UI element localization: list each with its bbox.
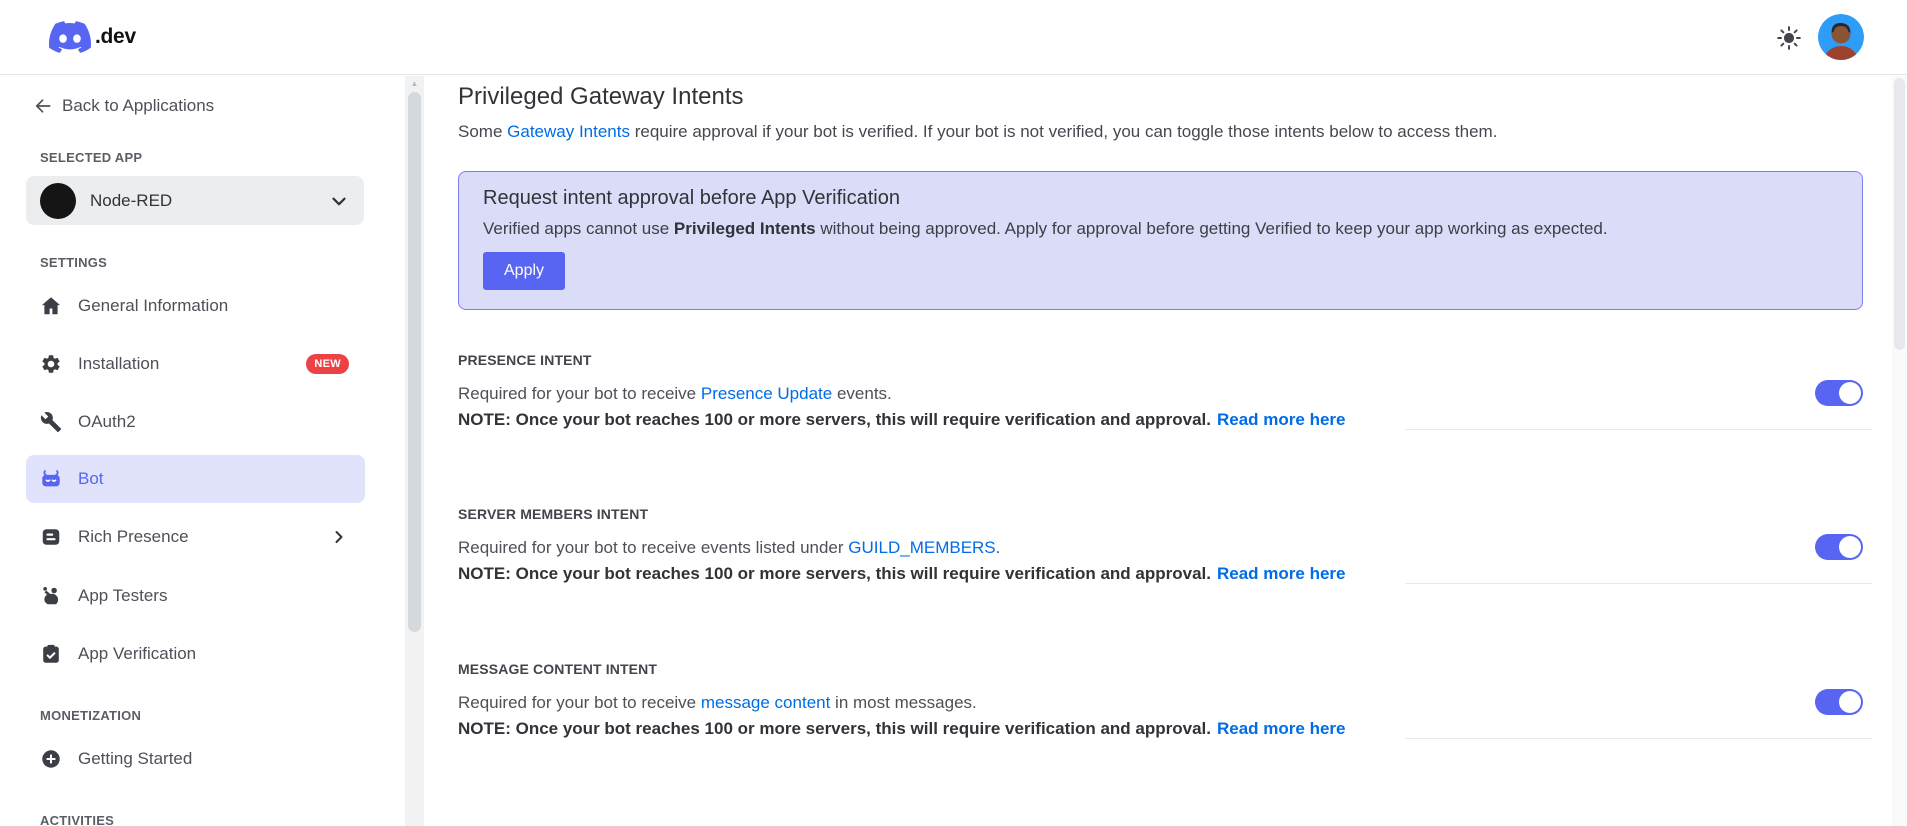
- sidebar-item-oauth2[interactable]: OAuth2: [26, 398, 365, 446]
- intent-note-text: NOTE: Once your bot reaches 100 or more …: [458, 564, 1211, 583]
- intent-label: MESSAGE CONTENT INTENT: [458, 661, 658, 677]
- sidebar-item-label: App Testers: [78, 586, 168, 605]
- sidebar: Back to Applications SELECTED APP Node-R…: [0, 76, 405, 826]
- intro-text: Some Gateway Intents require approval if…: [458, 122, 1497, 142]
- page-title: Privileged Gateway Intents: [458, 83, 744, 110]
- callout-body-suffix: without being approved. Apply for approv…: [815, 219, 1608, 238]
- guild-members-link[interactable]: GUILD_MEMBERS: [848, 538, 995, 557]
- intent-note-text: NOTE: Once your bot reaches 100 or more …: [458, 410, 1211, 429]
- sidebar-item-app-verification[interactable]: App Verification: [26, 630, 365, 678]
- intent-note-text: NOTE: Once your bot reaches 100 or more …: [458, 719, 1211, 738]
- wrench-icon: [40, 411, 62, 433]
- app-selector[interactable]: Node-RED: [26, 176, 364, 225]
- intent-desc-prefix: Required for your bot to receive: [458, 384, 701, 403]
- sidebar-item-bot[interactable]: Bot: [26, 455, 365, 503]
- intent-approval-callout: Request intent approval before App Verif…: [458, 171, 1863, 310]
- main-content: Privileged Gateway Intents Some Gateway …: [458, 76, 1872, 826]
- message-content-intent-toggle[interactable]: [1815, 689, 1863, 715]
- document-lines-icon: [40, 526, 62, 548]
- sidebar-item-installation[interactable]: Installation NEW: [26, 340, 365, 388]
- scrollbar-thumb[interactable]: [408, 92, 421, 632]
- person-raising-hand-icon: [40, 585, 62, 607]
- sidebar-item-app-testers[interactable]: App Testers: [26, 572, 365, 620]
- toggle-knob: [1839, 691, 1861, 713]
- message-content-link[interactable]: message content: [701, 693, 830, 712]
- intro-prefix: Some: [458, 122, 508, 141]
- intent-label: PRESENCE INTENT: [458, 352, 592, 368]
- settings-section-label: SETTINGS: [40, 255, 108, 270]
- sidebar-item-label: App Verification: [78, 644, 197, 663]
- sun-icon: [1774, 26, 1804, 57]
- page-scrollbar-thumb[interactable]: [1894, 78, 1905, 350]
- callout-body-prefix: Verified apps cannot use: [483, 219, 674, 238]
- content-scrollbar[interactable]: ▲: [405, 76, 424, 826]
- sidebar-item-label: OAuth2: [78, 412, 136, 431]
- monetization-section-label: MONETIZATION: [40, 708, 142, 723]
- section-divider: [1405, 738, 1872, 739]
- intent-desc-suffix: .: [995, 538, 1001, 557]
- toggle-knob: [1839, 536, 1861, 558]
- sidebar-item-general-information[interactable]: General Information: [26, 282, 365, 330]
- callout-title: Request intent approval before App Verif…: [483, 187, 900, 209]
- theme-toggle-button[interactable]: [1774, 23, 1804, 53]
- plus-circle-icon: [40, 748, 62, 770]
- activities-section-label: ACTIVITIES: [40, 813, 115, 826]
- toggle-knob: [1839, 382, 1861, 404]
- intro-suffix: require approval if your bot is verified…: [629, 122, 1498, 141]
- sidebar-item-rich-presence[interactable]: Rich Presence: [26, 513, 365, 561]
- discord-dev-logo[interactable]: .dev: [49, 21, 136, 53]
- read-more-link[interactable]: Read more here: [1217, 564, 1346, 583]
- read-more-link[interactable]: Read more here: [1217, 410, 1346, 429]
- section-divider: [1405, 429, 1872, 430]
- server-members-intent-section: SERVER MEMBERS INTENT Required for your …: [458, 506, 1872, 626]
- intent-desc-suffix: events.: [832, 384, 892, 403]
- presence-intent-section: PRESENCE INTENT Required for your bot to…: [458, 352, 1872, 472]
- back-label: Back to Applications: [62, 96, 215, 115]
- presence-update-link[interactable]: Presence Update: [701, 384, 832, 403]
- intent-desc-prefix: Required for your bot to receive: [458, 693, 701, 712]
- gateway-intents-link[interactable]: Gateway Intents: [507, 122, 630, 141]
- scrollbar-up-arrow[interactable]: ▲: [405, 79, 424, 88]
- app-name: Node-RED: [90, 190, 173, 210]
- intent-description: Required for your bot to receive events …: [458, 535, 1863, 561]
- home-icon: [40, 295, 62, 317]
- sidebar-item-label: Getting Started: [78, 749, 193, 768]
- clipboard-check-icon: [40, 643, 62, 665]
- selected-app-label: SELECTED APP: [40, 150, 143, 165]
- brand-dev-label: .dev: [95, 25, 136, 48]
- sidebar-item-label: General Information: [78, 296, 229, 315]
- chevron-right-icon: [329, 527, 349, 547]
- page-scrollbar[interactable]: [1892, 76, 1907, 826]
- apply-button[interactable]: Apply: [483, 252, 566, 290]
- intent-description: Required for your bot to receive Presenc…: [458, 381, 1863, 407]
- read-more-link[interactable]: Read more here: [1217, 719, 1346, 738]
- chevron-down-icon: [328, 190, 350, 212]
- user-avatar[interactable]: [1818, 14, 1864, 60]
- gear-icon: [40, 353, 62, 375]
- intent-label: SERVER MEMBERS INTENT: [458, 506, 649, 522]
- discord-developer-portal: .dev Back to Applications SELECTED APP N…: [0, 0, 1907, 826]
- back-arrow-icon: [33, 96, 53, 116]
- intent-description: Required for your bot to receive message…: [458, 690, 1863, 716]
- bot-icon: [40, 468, 62, 490]
- sidebar-item-label: Installation: [78, 354, 160, 373]
- back-to-applications-link[interactable]: Back to Applications: [33, 96, 214, 116]
- sidebar-item-label: Bot: [78, 469, 104, 488]
- app-avatar: [40, 182, 76, 219]
- top-bar: .dev: [0, 0, 1907, 75]
- intent-desc-prefix: Required for your bot to receive events …: [458, 538, 849, 557]
- section-divider: [1405, 583, 1872, 584]
- new-badge: NEW: [306, 354, 349, 374]
- discord-logo-icon: [49, 21, 91, 53]
- sidebar-item-label: Rich Presence: [78, 527, 189, 546]
- presence-intent-toggle[interactable]: [1815, 380, 1863, 406]
- intent-desc-suffix: in most messages.: [830, 693, 977, 712]
- callout-body: Verified apps cannot use Privileged Inte…: [483, 219, 1838, 239]
- message-content-intent-section: MESSAGE CONTENT INTENT Required for your…: [458, 661, 1872, 781]
- server-members-intent-toggle[interactable]: [1815, 534, 1863, 560]
- callout-body-bold: Privileged Intents: [673, 219, 816, 238]
- sidebar-item-getting-started[interactable]: Getting Started: [26, 735, 365, 783]
